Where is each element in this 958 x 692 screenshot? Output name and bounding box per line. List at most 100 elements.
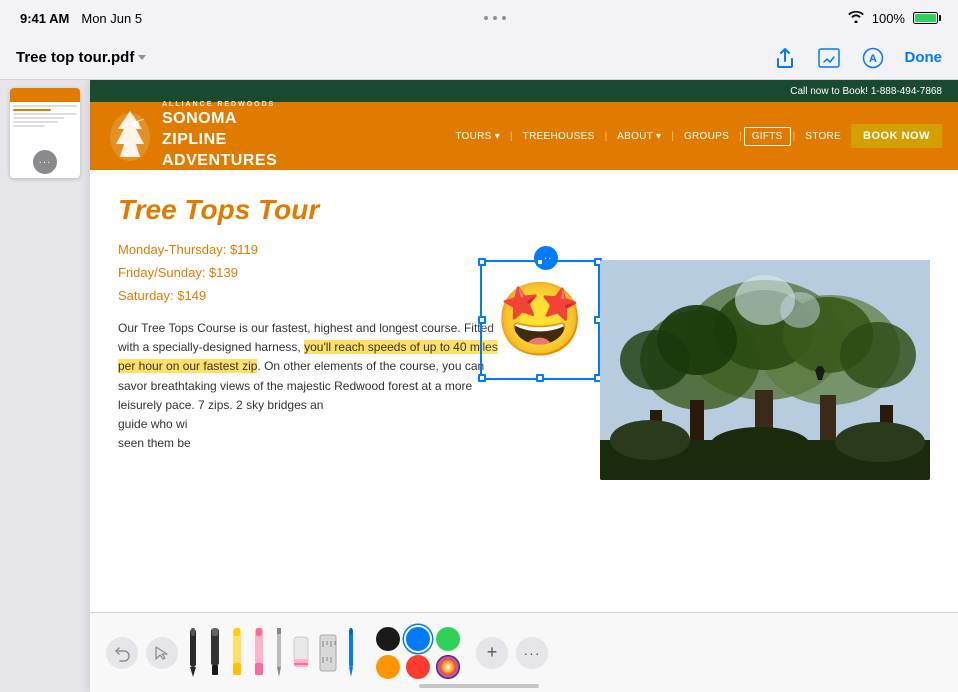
site-phone-text: Call now to Book! 1-888-494-7868 — [790, 86, 942, 97]
resize-handle-ml[interactable] — [478, 316, 486, 324]
add-tool-button[interactable]: + — [476, 637, 508, 669]
thumb-content — [10, 102, 80, 132]
status-date: Mon Jun 5 — [81, 11, 142, 26]
page-thumbnail[interactable]: ··· — [10, 88, 80, 178]
nav-sep-2: | — [605, 131, 608, 142]
share-button[interactable] — [773, 46, 797, 70]
thumb-line4 — [13, 121, 58, 123]
emoji-character: 🤩 — [495, 284, 585, 356]
dot-1 — [484, 16, 488, 20]
resize-handle-bl[interactable] — [478, 374, 486, 382]
thumbnail-sidebar: ··· › — [0, 80, 90, 692]
done-button[interactable]: Done — [905, 49, 943, 66]
highlighted-text: you'll reach speeds of up to 40 miles pe… — [118, 340, 498, 373]
resize-handle-mt[interactable] — [536, 258, 544, 266]
resize-handle-tl[interactable] — [478, 258, 486, 266]
lasso-button[interactable] — [146, 637, 178, 669]
nav-groups[interactable]: GROUPS — [676, 127, 737, 146]
thumb-line-orange — [13, 109, 51, 111]
thumb-line — [13, 105, 77, 107]
battery-icon — [913, 12, 938, 24]
color-rainbow[interactable] — [436, 655, 460, 679]
logo-tagline: ALLIANCE REDWOODS — [162, 100, 277, 109]
book-now-button[interactable]: BOOK NOW — [851, 124, 942, 148]
chevron-down-icon[interactable] — [138, 55, 146, 60]
status-center-dots — [484, 16, 506, 20]
logo-line3: ADVENTURES — [162, 151, 277, 172]
nav-sep-1: | — [510, 131, 513, 142]
thumb-line3 — [13, 117, 64, 119]
color-blue[interactable] — [406, 627, 430, 651]
emoji-sticker[interactable]: ··· 🤩 — [480, 260, 600, 380]
logo-text-block: ALLIANCE REDWOODS SONOMA ZIPLINE ADVENTU… — [162, 100, 277, 171]
logo-line2: ZIPLINE — [162, 130, 277, 151]
pdf-title-area[interactable]: Tree top tour.pdf — [16, 49, 146, 66]
home-indicator — [419, 684, 539, 688]
color-orange[interactable] — [376, 655, 400, 679]
tour-description: Our Tree Tops Course is our fastest, hig… — [118, 319, 498, 453]
ruler-tool[interactable] — [318, 627, 338, 679]
color-green[interactable] — [436, 627, 460, 651]
circle-a-button[interactable]: A — [861, 46, 885, 70]
site-nav: TOURS ▾ | TREEHOUSES | ABOUT ▾ | GROUPS … — [447, 124, 942, 148]
site-topbar: Call now to Book! 1-888-494-7868 — [90, 80, 958, 102]
color-row-bottom — [376, 655, 460, 679]
logo-line1: SONOMA — [162, 109, 277, 130]
nav-gifts[interactable]: GIFTS — [744, 127, 791, 146]
top-toolbar: Tree top tour.pdf A — [0, 36, 958, 80]
thumb-header — [10, 88, 80, 102]
site-logo: ALLIANCE REDWOODS SONOMA ZIPLINE ADVENTU… — [106, 100, 277, 171]
pencil-gray-tool[interactable] — [274, 627, 284, 679]
dot-2 — [493, 16, 497, 20]
resize-handle-mb[interactable] — [536, 374, 544, 382]
battery-fill — [915, 14, 936, 22]
battery-percent: 100% — [872, 11, 905, 26]
more-dots-icon: ··· — [39, 157, 52, 168]
status-time: 9:41 AM — [20, 11, 69, 26]
price-mon-thu: Monday-Thursday: $119 — [118, 242, 930, 257]
toolbar-right-actions: A Done — [773, 46, 943, 70]
pen-tool-black[interactable] — [186, 627, 200, 679]
logo-tree-icon — [106, 109, 154, 164]
color-picker-section — [376, 627, 460, 679]
undo-button[interactable] — [106, 637, 138, 669]
status-bar: 9:41 AM Mon Jun 5 100% — [0, 0, 958, 36]
svg-text:A: A — [869, 53, 877, 65]
nav-sep-3: | — [671, 131, 674, 142]
nav-treehouses[interactable]: TREEHOUSES — [515, 127, 603, 146]
nav-store[interactable]: STORE — [797, 127, 849, 146]
nav-about[interactable]: ABOUT ▾ — [609, 127, 669, 146]
highlighter-yellow-tool[interactable] — [230, 627, 244, 679]
nav-sep-4: | — [739, 131, 742, 142]
marker-tool[interactable] — [208, 627, 222, 679]
dot-3 — [502, 16, 506, 20]
content-area: ··· › Call now to Book! 1-888-494-7868 — [0, 80, 958, 692]
thumb-line2 — [13, 113, 77, 115]
color-black[interactable] — [376, 627, 400, 651]
pdf-document: Call now to Book! 1-888-494-7868 ALLIANC… — [90, 80, 958, 692]
forest-photo — [600, 260, 930, 480]
ipad-frame: 9:41 AM Mon Jun 5 100% Tree top t — [0, 0, 958, 692]
more-icon: ··· — [524, 645, 541, 661]
eraser-tool[interactable] — [292, 627, 310, 679]
nav-tours[interactable]: TOURS ▾ — [447, 127, 508, 146]
thumbnail-more-button[interactable]: ··· — [33, 150, 57, 174]
thumb-line5 — [13, 125, 45, 127]
annotation-toolbar: + ··· — [90, 612, 958, 692]
pdf-body: Tree Tops Tour Monday-Thursday: $119 Fri… — [90, 170, 958, 469]
site-navbar: ALLIANCE REDWOODS SONOMA ZIPLINE ADVENTU… — [90, 102, 958, 170]
tour-title: Tree Tops Tour — [118, 194, 930, 226]
pen-tool-blue[interactable] — [346, 627, 356, 679]
wifi-icon — [848, 11, 864, 26]
pdf-filename: Tree top tour.pdf — [16, 49, 134, 66]
forest-svg — [600, 260, 930, 480]
status-right: 100% — [848, 11, 938, 26]
markup-button[interactable] — [817, 46, 841, 70]
plus-icon: + — [487, 642, 498, 663]
more-tools-button[interactable]: ··· — [516, 637, 548, 669]
color-row-top — [376, 627, 460, 651]
nav-sep-5: | — [793, 131, 796, 142]
color-red[interactable] — [406, 655, 430, 679]
forest-photo-inner — [600, 260, 930, 480]
highlighter-pink-tool[interactable] — [252, 627, 266, 679]
